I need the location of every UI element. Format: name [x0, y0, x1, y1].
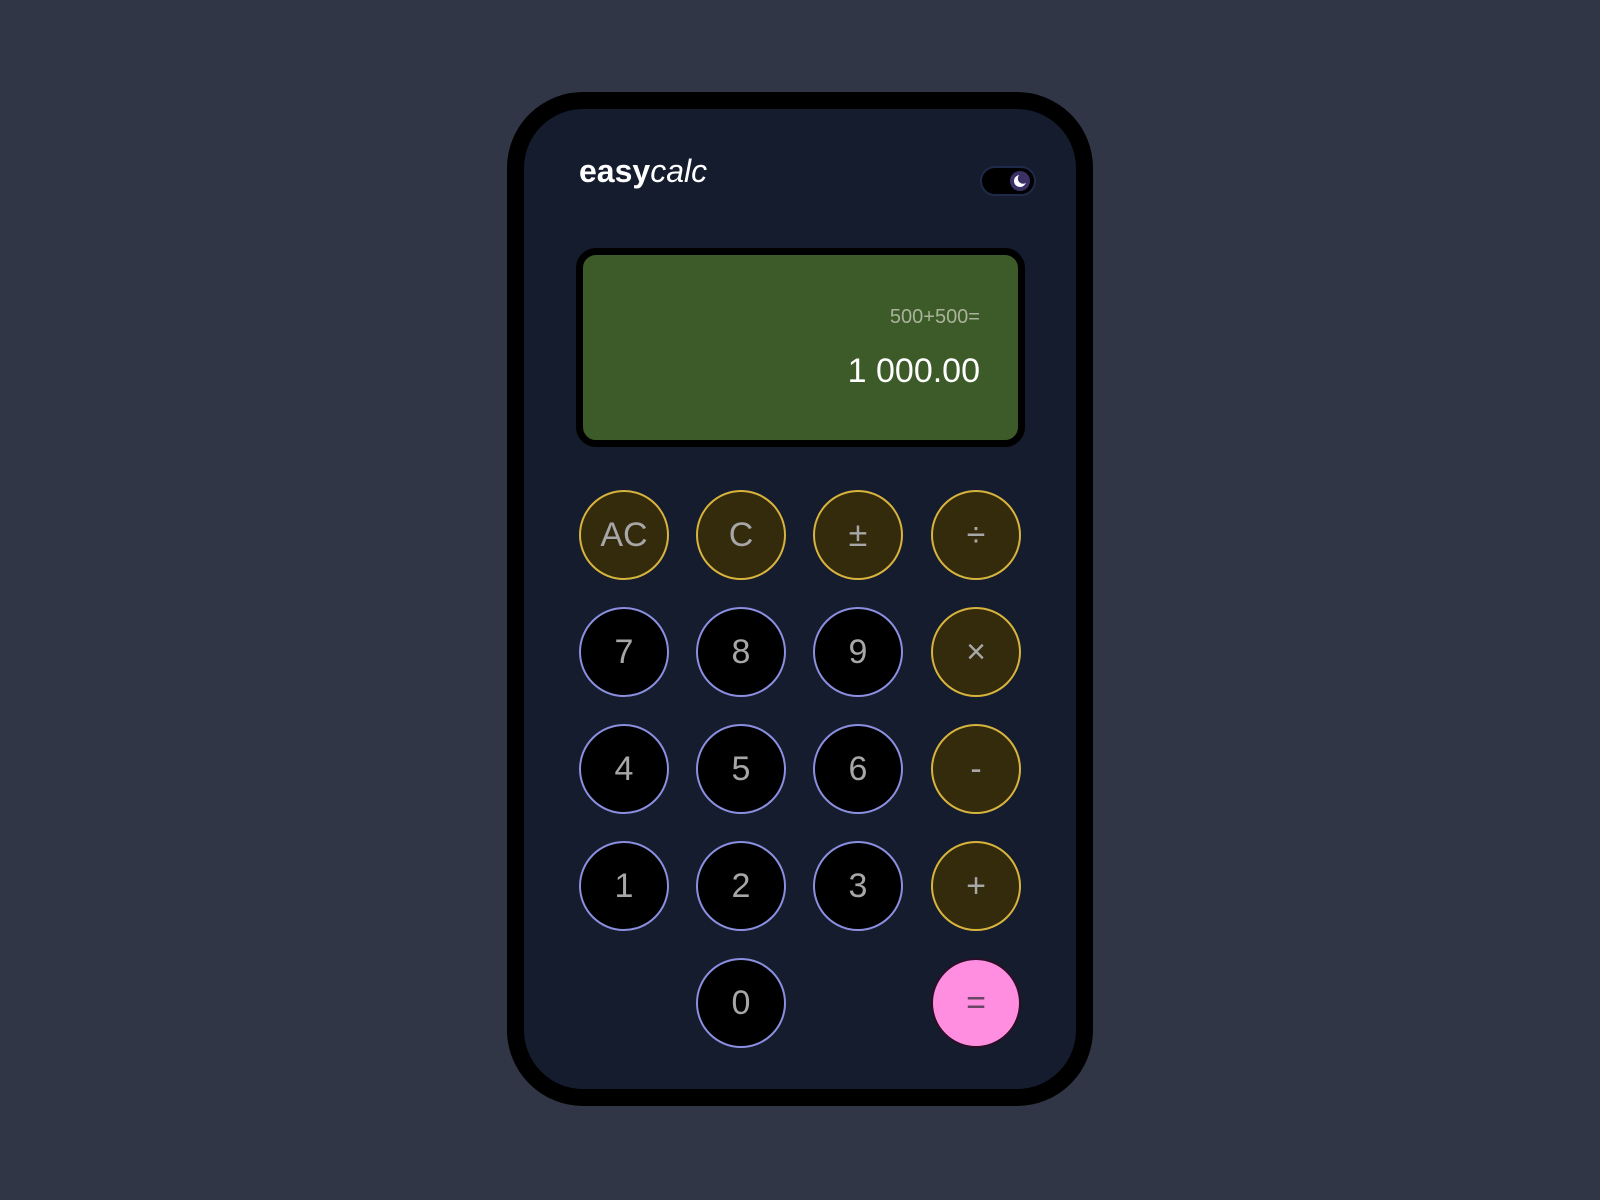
equals-button[interactable]: = [931, 958, 1021, 1048]
moon-icon [1014, 173, 1029, 187]
clear-label: C [728, 516, 754, 554]
digit-2-button[interactable]: 2 [696, 841, 786, 931]
theme-toggle[interactable] [980, 166, 1036, 196]
digit-4-button[interactable]: 4 [579, 724, 669, 814]
all-clear-button[interactable]: AC [579, 490, 669, 580]
expression-text: 500+500= [889, 306, 980, 328]
digit-9-label: 9 [848, 633, 868, 671]
sign-toggle-button[interactable]: ± [813, 490, 903, 580]
multiply-label: × [966, 633, 986, 671]
digit-4-label: 4 [614, 750, 634, 788]
digit-6-label: 6 [848, 750, 868, 788]
digit-2-label: 2 [731, 867, 751, 905]
digit-8-label: 8 [731, 633, 751, 671]
digit-1-label: 1 [614, 867, 634, 905]
digit-7-label: 7 [614, 633, 634, 671]
digit-3-label: 3 [848, 867, 868, 905]
plus-label: + [966, 867, 986, 905]
multiply-button[interactable]: × [931, 607, 1021, 697]
brand-light-text: calc [650, 153, 708, 189]
minus-label: - [970, 750, 982, 788]
calculator-display: 500+500= 1 000.00 [576, 248, 1025, 447]
divide-label: ÷ [966, 516, 986, 554]
equals-label: = [966, 984, 986, 1022]
toggle-knob [1010, 171, 1030, 191]
divide-button[interactable]: ÷ [931, 490, 1021, 580]
digit-5-button[interactable]: 5 [696, 724, 786, 814]
digit-8-button[interactable]: 8 [696, 607, 786, 697]
brand-bold-text: easy [579, 153, 651, 189]
all-clear-label: AC [600, 516, 648, 554]
sign-toggle-label: ± [848, 516, 868, 554]
digit-7-button[interactable]: 7 [579, 607, 669, 697]
digit-0-button[interactable]: 0 [696, 958, 786, 1048]
minus-button[interactable]: - [931, 724, 1021, 814]
digit-3-button[interactable]: 3 [813, 841, 903, 931]
digit-9-button[interactable]: 9 [813, 607, 903, 697]
clear-button[interactable]: C [696, 490, 786, 580]
digit-5-label: 5 [731, 750, 751, 788]
digit-6-button[interactable]: 6 [813, 724, 903, 814]
digit-0-label: 0 [731, 984, 751, 1022]
digit-1-button[interactable]: 1 [579, 841, 669, 931]
app-logo: easycalc [579, 153, 707, 190]
result-text: 1 000.00 [847, 352, 980, 390]
plus-button[interactable]: + [931, 841, 1021, 931]
calculator-device: easycalc 500+500= 1 000.00 AC C ± ÷ 7 8 … [507, 92, 1093, 1106]
